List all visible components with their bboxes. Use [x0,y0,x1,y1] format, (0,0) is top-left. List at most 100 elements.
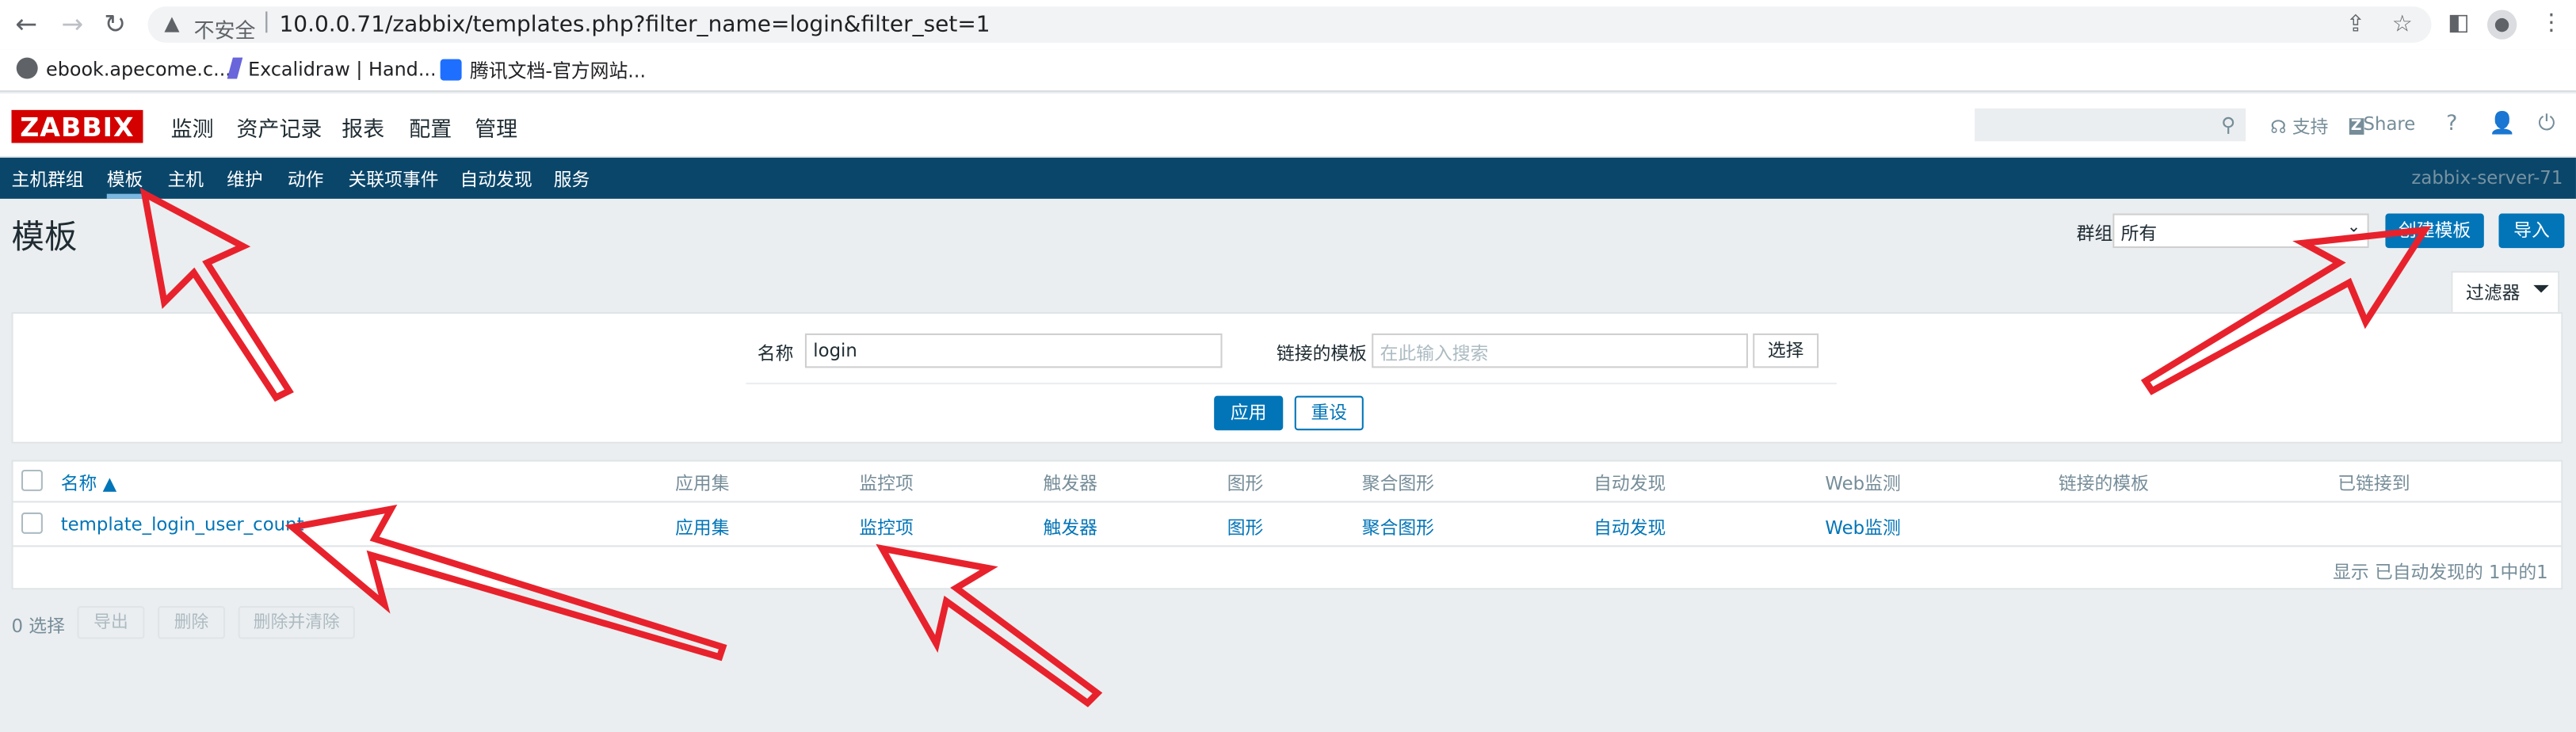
reload-icon[interactable]: ↻ [98,8,131,40]
menu-configuration[interactable]: 配置 [409,112,452,168]
back-icon[interactable]: ← [10,8,42,40]
column-header-applications: 应用集 [675,473,730,495]
browser-toolbar: ← → ↻ ▲ 不安全 | 10.0.0.71/zabbix/templates… [0,0,2576,50]
zabbix-logo[interactable]: ZABBIX [11,109,143,143]
search-icon[interactable]: ⚲ [2221,113,2235,136]
share-label: Share [2363,113,2416,135]
column-header-discovery: 自动发现 [1593,473,1666,495]
import-button[interactable]: 导入 [2498,213,2565,249]
forward-icon[interactable]: → [55,8,88,40]
browser-menu-icon[interactable]: ⋮ [2540,10,2563,36]
help-icon[interactable]: ? [2446,112,2457,136]
funnel-icon: ⏷ [2532,277,2550,303]
chevron-down-icon: ⌄ [2346,218,2361,237]
menu-inventory[interactable]: 资产记录 [237,112,322,143]
filter-divider [746,383,1837,385]
page-title: 模板 [11,216,78,257]
row-divider [13,545,2562,547]
filter-linked-templates-label: 链接的模板 [1276,343,1367,365]
column-header-graphs: 图形 [1227,473,1264,495]
filter-linked-templates-input[interactable]: 在此输入搜索 [1372,333,1748,368]
triggers-link[interactable]: 触发器 [1044,514,1097,540]
bookmark-ebook[interactable]: ebook.apecome.c... [16,57,231,81]
column-header-triggers: 触发器 [1043,473,1097,495]
globe-icon [16,57,38,79]
create-template-button[interactable]: 创建模板 [2385,213,2484,249]
discovery-link[interactable]: 自动发现 [1593,514,1666,540]
group-selected-value: 所有 [2120,223,2158,245]
server-name: zabbix-server-71 [2411,167,2563,189]
page-canvas: ← → ↻ ▲ 不安全 | 10.0.0.71/zabbix/templates… [0,0,2576,732]
bookmark-label: Excalidraw | Hand... [248,57,437,81]
table-footer-count: 显示 已自动发现的 1中的1 [2333,562,2548,584]
filter-panel: 名称 login 链接的模板 在此输入搜索 选择 应用 重设 [11,311,2563,444]
profile-avatar-icon[interactable]: ● [2486,10,2517,40]
submenu-services[interactable]: 服务 [554,166,590,192]
share-link[interactable]: Z Share [2349,113,2416,135]
submenu-actions[interactable]: 动作 [288,166,324,192]
submenu-event-correlation[interactable]: 关联项事件 [349,166,439,192]
column-header-linked-templates: 链接的模板 [2058,473,2149,495]
screens-link[interactable]: 聚合图形 [1362,514,1434,540]
submenu-maintenance[interactable]: 维护 [227,166,263,192]
selected-count: 0 选择 [11,616,65,638]
items-link[interactable]: 监控项 [859,514,913,540]
filter-name-input[interactable]: login [804,333,1223,368]
bookmark-excalidraw[interactable]: Excalidraw | Hand... [227,57,437,81]
address-bar[interactable]: ▲ 不安全 | 10.0.0.71/zabbix/templates.php?f… [147,6,2432,43]
bookmark-label: 腾讯文档-官方网站... [469,59,647,82]
graphs-link[interactable]: 图形 [1227,514,1264,540]
column-header-linked-to: 已链接到 [2337,473,2410,495]
submenu-templates[interactable]: 模板 [106,166,143,199]
template-name-link[interactable]: template_login_user_count [61,514,304,536]
column-header-screens: 聚合图形 [1361,473,1434,495]
user-profile-icon[interactable]: 👤 [2489,112,2516,136]
headset-icon: ☊ [2270,116,2287,139]
filter-select-button[interactable]: 选择 [1753,333,1819,368]
templates-table: 名称 ▲ 应用集 监控项 触发器 图形 聚合图形 自动发现 Web监测 链接的模… [11,459,2563,590]
filter-tab[interactable]: 过滤器 ⏷ [2451,271,2560,312]
side-panel-icon[interactable]: ◧ [2448,10,2469,36]
url-text[interactable]: 10.0.0.71/zabbix/templates.php?filter_na… [279,12,990,38]
bookmark-tencent-docs[interactable]: 腾讯文档-官方网站... [440,58,647,84]
filter-tab-label: 过滤器 [2466,282,2521,304]
filter-apply-button[interactable]: 应用 [1214,395,1284,431]
share-page-icon[interactable]: ⇪ [2346,12,2365,38]
menu-reports[interactable]: 报表 [342,112,384,143]
zabbix-header: ZABBIX 监测 资产记录 报表 配置 管理 ⚲ ☊ 支持 Z Share ? … [0,93,2576,168]
row-checkbox[interactable] [21,512,43,534]
submenu-host-groups[interactable]: 主机群组 [12,166,84,192]
submenu-hosts[interactable]: 主机 [167,166,204,192]
configuration-submenu: 主机群组 模板 主机 维护 动作 关联项事件 自动发现 服务 zabbix-se… [0,158,2576,199]
warning-icon: ▲ [164,11,180,35]
sign-out-icon[interactable]: ⏻ [2538,112,2555,136]
bookmarks-bar: ebook.apecome.c... Excalidraw | Hand... … [0,49,2576,93]
bookmark-label: ebook.apecome.c... [46,57,231,81]
menu-administration[interactable]: 管理 [475,112,517,143]
share-z-icon: Z [2349,118,2364,135]
submenu-discovery[interactable]: 自动发现 [460,166,532,192]
address-separator: | [262,10,270,35]
web-scenarios-link[interactable]: Web监测 [1825,514,1900,540]
filter-name-label: 名称 [757,343,794,365]
select-all-checkbox[interactable] [21,469,43,491]
export-button[interactable]: 导出 [77,606,145,639]
menu-monitoring[interactable]: 监测 [171,112,214,143]
tencent-docs-icon [440,59,462,81]
support-link[interactable]: ☊ 支持 [2270,113,2328,139]
header-divider [13,501,2562,503]
bookmark-star-icon[interactable]: ☆ [2392,12,2413,38]
delete-button[interactable]: 删除 [158,606,226,639]
column-header-web: Web监测 [1825,473,1901,495]
screenshot-root: ← → ↻ ▲ 不安全 | 10.0.0.71/zabbix/templates… [0,0,2576,732]
filter-reset-button[interactable]: 重设 [1294,395,1364,431]
support-label: 支持 [2292,116,2329,139]
delete-and-clear-button[interactable]: 删除并清除 [238,606,355,639]
column-header-items: 监控项 [859,473,914,495]
excalidraw-icon [227,57,243,79]
group-select[interactable]: 所有 ⌄ [2112,213,2369,249]
applications-link[interactable]: 应用集 [675,514,729,540]
insecure-label: 不安全 [193,17,256,43]
column-header-name[interactable]: 名称 ▲ [61,470,116,496]
global-search-input[interactable] [1975,108,2246,142]
